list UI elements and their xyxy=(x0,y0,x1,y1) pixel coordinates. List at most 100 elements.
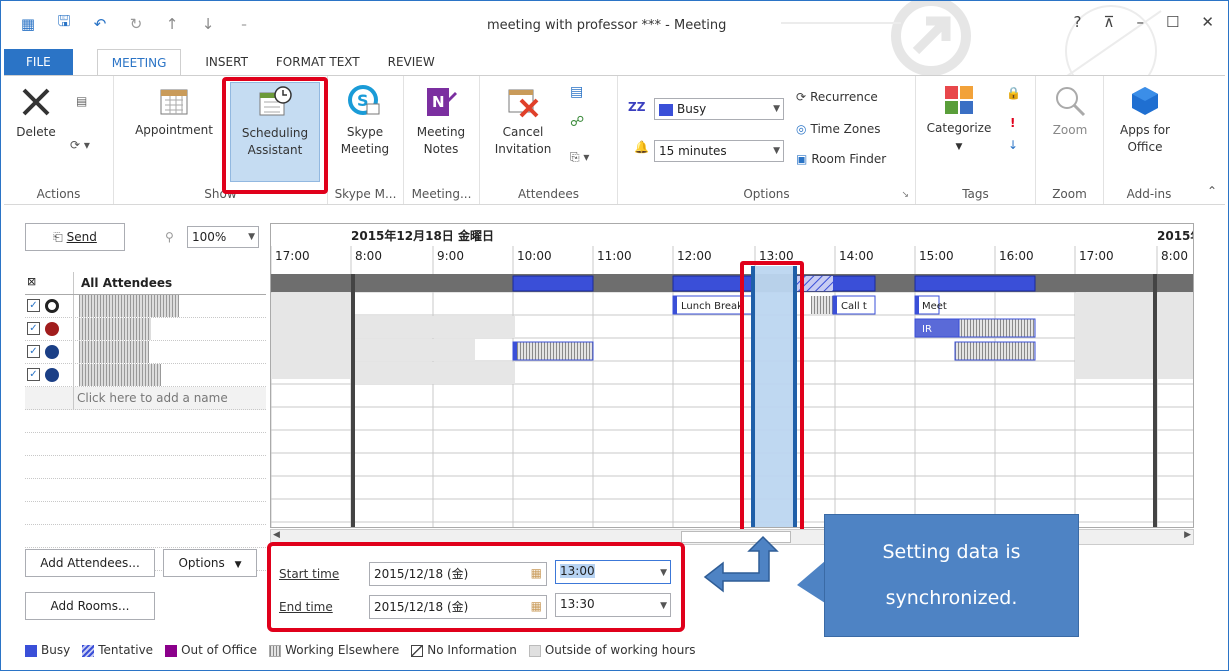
send-button[interactable]: ⎗ Send xyxy=(25,223,125,251)
attendee-checkbox[interactable]: ✓ xyxy=(27,299,40,312)
undo-icon[interactable]: ↶ xyxy=(91,15,109,33)
hour-label: 12:00 xyxy=(677,249,712,263)
info-attendee-icon xyxy=(45,368,59,382)
add-attendee-row[interactable]: Click here to add a name xyxy=(25,387,266,410)
selected-time-highlight xyxy=(740,261,804,535)
add-attendees-button[interactable]: Add Attendees... xyxy=(25,549,155,577)
low-importance-icon[interactable]: ↓ xyxy=(1008,138,1018,152)
forward-dropdown[interactable]: ⟳ ▾ xyxy=(70,138,90,152)
outside-hours-swatch-icon xyxy=(528,644,541,657)
time-zones-label: Time Zones xyxy=(810,122,881,136)
down-icon[interactable]: ↓ xyxy=(199,15,217,33)
schedule-grid[interactable]: 2015年12月18日 金曜日 2015年 17:00 8:00 9:00 10:00… xyxy=(270,223,1194,528)
lunch-break-event[interactable]: Lunch Break xyxy=(681,301,743,312)
tab-format-text[interactable]: FORMAT TEXT xyxy=(262,49,374,77)
maximize-button[interactable]: ☐ xyxy=(1166,13,1179,31)
start-date-field[interactable]: 2015/12/18 (金) ▦ xyxy=(369,562,547,586)
categorize-button[interactable]: Categorize ▼ xyxy=(922,84,996,156)
ir-event[interactable]: IR xyxy=(922,324,932,335)
close-button[interactable]: ✕ xyxy=(1201,13,1214,31)
high-importance-icon[interactable]: ! xyxy=(1010,116,1015,130)
attendee-row[interactable]: ✓ xyxy=(25,295,266,318)
empty-row xyxy=(25,456,266,479)
chevron-down-icon: ▼ xyxy=(773,104,780,114)
hour-label: 17:00 xyxy=(1079,249,1114,263)
redo-icon[interactable]: ↻ xyxy=(127,15,145,33)
tab-review[interactable]: REVIEW xyxy=(374,49,449,77)
scroll-right-icon[interactable]: ▶ xyxy=(1184,530,1191,540)
sync-callout: Setting data is synchronized. xyxy=(824,514,1079,637)
calendar-icon[interactable]: ▦ xyxy=(531,562,542,584)
scroll-left-icon[interactable]: ◀ xyxy=(273,530,280,540)
attendee-checkbox[interactable]: ✓ xyxy=(27,345,40,358)
room-finder-button[interactable]: ▣ Room Finder xyxy=(796,152,886,166)
empty-row xyxy=(25,433,266,456)
zoom-button[interactable]: Zoom xyxy=(1040,84,1100,139)
skype-icon: S xyxy=(348,85,380,115)
cancel-invitation-button[interactable]: Cancel Invitation xyxy=(488,84,558,158)
group-label-attendees: Attendees xyxy=(517,187,580,201)
attendee-checkbox[interactable]: ✓ xyxy=(27,322,40,335)
start-date-value: 2015/12/18 (金) xyxy=(374,567,469,581)
add-name-input[interactable]: Click here to add a name xyxy=(77,391,228,405)
meeting-notes-button[interactable]: N Meeting Notes xyxy=(408,84,474,158)
tab-file[interactable]: FILE xyxy=(4,49,73,77)
save-icon[interactable]: 🖫 xyxy=(55,11,73,36)
appointment-label: Appointment xyxy=(135,123,213,137)
skype-label-2: Meeting xyxy=(340,142,390,156)
end-time-select[interactable]: 13:30 ▼ xyxy=(555,593,671,617)
start-time-select[interactable]: 13:00 ▼ xyxy=(555,560,671,584)
private-lock-icon[interactable]: 🔒 xyxy=(1006,86,1021,100)
delete-icon xyxy=(22,88,50,116)
calendar-icon[interactable]: ▦ xyxy=(531,595,542,617)
no-information-swatch-icon xyxy=(411,644,424,657)
zoom-percent-value: 100% xyxy=(192,230,227,244)
attendee-row[interactable]: ✓ xyxy=(25,364,266,387)
appointment-icon xyxy=(160,89,188,115)
time-zones-button[interactable]: ◎ Time Zones xyxy=(796,122,880,136)
ribbon-display-button[interactable]: ⊼ xyxy=(1103,13,1114,31)
appointment-button[interactable]: Appointment xyxy=(124,84,224,139)
address-book-icon[interactable]: ▤ xyxy=(570,84,583,100)
response-options-icon[interactable]: ⎘ ▾ xyxy=(570,150,589,165)
skype-label-1: Skype xyxy=(346,125,384,139)
attendee-checkbox[interactable]: ✓ xyxy=(27,368,40,381)
meeting-window: ▦ 🖫 ↶ ↻ ↑ ↓ ₌ meeting with professor ***… xyxy=(0,0,1229,671)
title-bar: ▦ 🖫 ↶ ↻ ↑ ↓ ₌ meeting with professor ***… xyxy=(1,1,1228,102)
tab-meeting[interactable]: MEETING xyxy=(96,49,182,77)
calendar-app-icon[interactable]: ▦ xyxy=(19,15,37,33)
attendee-row[interactable]: ✓ xyxy=(25,318,266,341)
busy-block xyxy=(914,275,1036,292)
quick-steps[interactable]: ▤ xyxy=(76,94,87,108)
options-dropdown-button[interactable]: Options ▼ xyxy=(163,549,257,577)
up-icon[interactable]: ↑ xyxy=(163,15,181,33)
delete-button[interactable]: Delete xyxy=(8,84,64,141)
legend-busy-label: Busy xyxy=(41,643,71,657)
customize-icon[interactable]: ₌ xyxy=(235,17,253,30)
sort-icon[interactable]: ⊠ xyxy=(27,275,36,288)
help-button[interactable]: ? xyxy=(1074,13,1082,31)
minimize-button[interactable]: – xyxy=(1136,13,1144,31)
recurrence-button[interactable]: ⟳ Recurrence xyxy=(796,90,878,104)
reminder-select[interactable]: 15 minutes ▼ xyxy=(654,140,784,162)
add-rooms-button[interactable]: Add Rooms... xyxy=(25,592,155,620)
tab-insert[interactable]: INSERT xyxy=(191,49,262,77)
group-options: ZZ Busy ▼ 🔔 15 minutes ▼ ⟳ Recurrence ◎ Ti… xyxy=(618,76,916,204)
attendee-row[interactable]: ✓ xyxy=(25,341,266,364)
zoom-percent-select[interactable]: 100% ▼ xyxy=(187,226,259,248)
room-finder-label: Room Finder xyxy=(811,152,887,166)
skype-meeting-button[interactable]: S Skype Meeting xyxy=(332,84,398,158)
hour-label: 14:00 xyxy=(839,249,874,263)
apps-for-office-button[interactable]: Apps for Office xyxy=(1110,84,1180,156)
check-names-icon[interactable]: ☍ xyxy=(570,114,584,130)
collapse-ribbon-icon[interactable]: ⌃ xyxy=(1207,184,1217,198)
call-event[interactable]: Call t xyxy=(841,301,867,312)
options-launcher-icon[interactable]: ↘ xyxy=(901,190,909,200)
group-meeting-notes: N Meeting Notes Meeting... xyxy=(404,76,480,204)
end-date-field[interactable]: 2015/12/18 (金) ▦ xyxy=(369,595,547,619)
zoom-search-icon[interactable]: ⚲ xyxy=(165,230,174,244)
meet-event[interactable]: Meet xyxy=(922,301,947,312)
legend-out-of-office: Out of Office xyxy=(165,643,257,657)
notes-label-2: Notes xyxy=(423,142,459,156)
show-as-select[interactable]: Busy ▼ xyxy=(654,98,784,120)
